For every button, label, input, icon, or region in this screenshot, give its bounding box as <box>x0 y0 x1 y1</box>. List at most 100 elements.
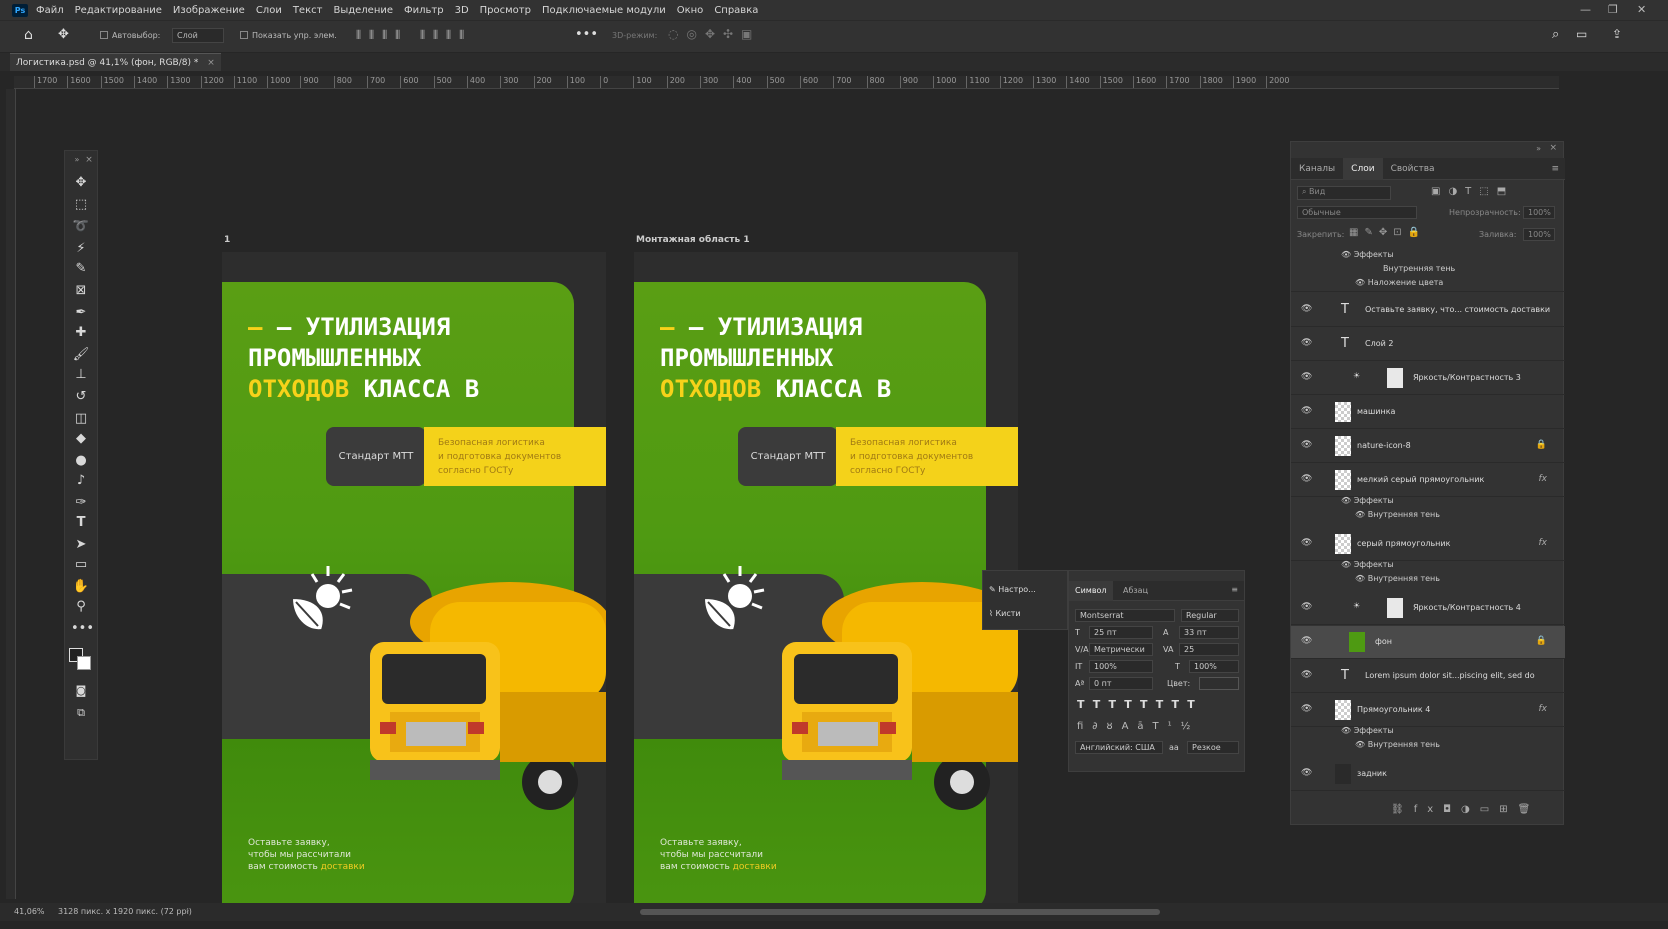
layer-row[interactable]: 👁 мелкий серый прямоугольник fx <box>1291 464 1565 497</box>
menu-filter[interactable]: Фильтр <box>404 5 444 16</box>
tab-channels[interactable]: Каналы <box>1291 158 1343 180</box>
edit-toolbar-icon[interactable]: ••• <box>71 619 94 639</box>
visibility-eye-icon[interactable]: 👁 <box>1301 636 1313 648</box>
horizontal-scrollbar[interactable] <box>640 909 1160 915</box>
quick-mask-icon[interactable]: ◙ <box>71 681 91 701</box>
toolbox-close-icon[interactable]: × <box>79 150 99 170</box>
tab-paragraph[interactable]: Абзац <box>1123 581 1148 601</box>
menu-layer[interactable]: Слои <box>256 5 282 16</box>
layer-row[interactable]: 👁 T Слой 2 <box>1291 328 1565 361</box>
layer-filter-search[interactable]: ⌕ Вид <box>1297 186 1391 200</box>
crop-tool-icon[interactable]: ⊠ <box>71 281 91 301</box>
layer-row[interactable]: 👁 серый прямоугольник fx <box>1291 528 1565 561</box>
effects-eye-icon[interactable]: 👁 <box>1341 250 1351 259</box>
opacity-field[interactable]: 100% <box>1523 206 1555 219</box>
visibility-eye-icon[interactable]: 👁 <box>1301 768 1313 780</box>
3d-tools-icons[interactable]: ◌◎✥✣▣ <box>668 27 760 41</box>
effect-eye-icon[interactable]: 👁 <box>1355 574 1365 583</box>
autoselect-checkbox[interactable] <box>100 31 108 39</box>
screen-mode-icon[interactable]: ⧉ <box>71 703 91 723</box>
menu-help[interactable]: Справка <box>714 5 758 16</box>
lasso-tool-icon[interactable]: ➰ <box>71 217 91 237</box>
effect-eye-icon[interactable]: 👁 <box>1355 278 1365 287</box>
blend-mode-select[interactable]: Обычные <box>1297 206 1417 219</box>
layer-footer-icons[interactable]: ⛓fx◘◑▭⊞🗑 <box>1391 804 1540 815</box>
eraser-tool-icon[interactable]: ◫ <box>71 409 91 429</box>
panel-close-icon[interactable]: × <box>1549 143 1557 153</box>
workspace-icon[interactable]: ▭ <box>1576 27 1587 41</box>
artboard-1[interactable]: — — УТИЛИЗАЦИЯ ПРОМЫШЛЕННЫХ ОТХОДОВ КЛАС… <box>222 252 606 912</box>
language-select[interactable]: Английский: США <box>1075 741 1163 754</box>
hand-tool-icon[interactable]: ✋ <box>71 577 91 597</box>
layer-row[interactable]: 👁 Прямоугольник 4 fx <box>1291 694 1565 727</box>
artboard-2[interactable]: — — УТИЛИЗАЦИЯ ПРОМЫШЛЕННЫХ ОТХОДОВ КЛАС… <box>634 252 1018 912</box>
fx-icon[interactable]: fx <box>1539 704 1548 714</box>
zoom-level[interactable]: 41,06% <box>14 907 45 916</box>
blur-tool-icon[interactable]: ● <box>71 451 91 471</box>
leading-field[interactable]: 33 пт <box>1179 626 1239 639</box>
stamp-tool-icon[interactable]: ⊥ <box>71 365 91 385</box>
effect-inner-shadow[interactable]: 👁 Внутренняя тень <box>1355 574 1440 583</box>
menu-image[interactable]: Изображение <box>173 5 245 16</box>
eyedropper-icon[interactable]: ✒ <box>71 303 91 323</box>
artboard-2-title[interactable]: Монтажная область 1 <box>636 235 750 245</box>
history-brush-icon[interactable]: ↺ <box>71 387 91 407</box>
layer-row[interactable]: 👁 ☀ Яркость/Контрастность 4 <box>1291 592 1565 625</box>
layer-row[interactable]: 👁 фон 🔒 <box>1291 626 1565 659</box>
effect-inner-shadow[interactable]: 👁 Внутренняя тень <box>1355 740 1440 749</box>
visibility-eye-icon[interactable]: 👁 <box>1301 602 1313 614</box>
rectangle-tool-icon[interactable]: ▭ <box>71 555 91 575</box>
layer-row[interactable]: 👁 T Оставьте заявку, что... стоимость дост… <box>1291 294 1565 327</box>
effects-eye-icon[interactable]: 👁 <box>1341 560 1351 569</box>
type-tool-icon[interactable]: T <box>71 513 91 533</box>
restore-icon[interactable]: ❐ <box>1608 3 1618 16</box>
close-icon[interactable]: ✕ <box>1637 3 1646 16</box>
effect-color-overlay[interactable]: 👁 Наложение цвета <box>1355 278 1443 287</box>
close-tab-icon[interactable]: × <box>207 58 215 68</box>
home-icon[interactable]: ⌂ <box>24 27 33 43</box>
effects-eye-icon[interactable]: 👁 <box>1341 496 1351 505</box>
panel-menu-icon[interactable]: ≡ <box>1231 585 1238 594</box>
dodge-tool-icon[interactable]: ♪ <box>71 471 91 491</box>
visibility-eye-icon[interactable]: 👁 <box>1301 372 1313 384</box>
tab-character[interactable]: Символ <box>1069 581 1113 601</box>
panel-collapse-icon[interactable]: » <box>1536 144 1541 153</box>
background-color-swatch[interactable] <box>77 656 91 670</box>
lock-icons[interactable]: ▦✎✥⊡🔒 <box>1349 227 1426 238</box>
artboard-1-title[interactable]: 1 <box>224 235 230 245</box>
status-arrow-icon[interactable]: › <box>186 906 189 915</box>
horizontal-scale-field[interactable]: 100% <box>1189 660 1239 673</box>
show-controls-checkbox[interactable] <box>240 31 248 39</box>
font-style-select[interactable]: Regular <box>1181 609 1239 622</box>
layer-row[interactable]: 👁 машинка <box>1291 396 1565 429</box>
brushes-item[interactable]: ⌇ Кисти <box>989 609 1021 618</box>
kerning-field[interactable]: Метрически <box>1089 643 1153 656</box>
search-icon[interactable]: ⌕ <box>1552 27 1559 42</box>
minimize-icon[interactable]: — <box>1580 3 1591 16</box>
vertical-scale-field[interactable]: 100% <box>1089 660 1153 673</box>
align-icons[interactable]: ⫴⫴⫴⫴ ⫴⫴⫴⫴ <box>356 28 472 43</box>
visibility-eye-icon[interactable]: 👁 <box>1301 304 1313 316</box>
menu-plugins[interactable]: Подключаемые модули <box>542 5 666 16</box>
effect-inner-shadow[interactable]: Внутренняя тень <box>1383 264 1455 273</box>
fx-icon[interactable]: fx <box>1539 538 1548 548</box>
move-tool-icon[interactable]: ✥ <box>71 173 91 193</box>
visibility-eye-icon[interactable]: 👁 <box>1301 538 1313 550</box>
menu-edit[interactable]: Редактирование <box>75 5 162 16</box>
menu-type[interactable]: Текст <box>293 5 323 16</box>
visibility-eye-icon[interactable]: 👁 <box>1301 338 1313 350</box>
healing-brush-icon[interactable]: ✚ <box>71 323 91 343</box>
more-options-icon[interactable]: ••• <box>575 27 598 42</box>
tab-layers[interactable]: Слои <box>1343 158 1383 180</box>
layer-row[interactable]: 👁 ☀ Яркость/Контрастность 3 <box>1291 362 1565 395</box>
layer-row[interactable]: 👁 T Lorem ipsum dolor sit...piscing elit, … <box>1291 660 1565 693</box>
menu-3d[interactable]: 3D <box>455 5 469 16</box>
path-select-icon[interactable]: ➤ <box>71 535 91 555</box>
marquee-tool-icon[interactable]: ⬚ <box>71 195 91 215</box>
fx-icon[interactable]: fx <box>1539 474 1548 484</box>
panel-menu-icon[interactable]: ≡ <box>1545 158 1565 180</box>
font-size-field[interactable]: 25 пт <box>1089 626 1153 639</box>
effect-eye-icon[interactable]: 👁 <box>1355 510 1365 519</box>
paint-bucket-icon[interactable]: ◆ <box>71 429 91 449</box>
magic-wand-icon[interactable]: ⚡ <box>71 239 91 259</box>
